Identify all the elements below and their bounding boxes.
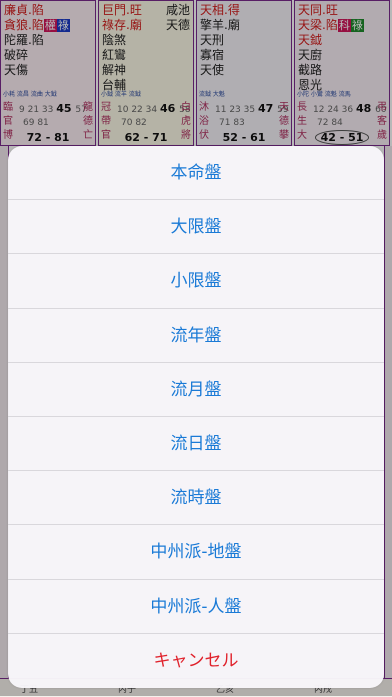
option-honmei-ban[interactable]: 本命盤 — [8, 146, 384, 201]
option-daigen-ban[interactable]: 大限盤 — [8, 200, 384, 255]
option-ryunichi-ban[interactable]: 流日盤 — [8, 417, 384, 472]
option-ryuji-ban[interactable]: 流時盤 — [8, 471, 384, 526]
action-sheet: 本命盤 大限盤 小限盤 流年盤 流月盤 流日盤 流時盤 中州派-地盤 中州派-人… — [8, 146, 384, 688]
option-chushu-chiban[interactable]: 中州派-地盤 — [8, 525, 384, 580]
option-ryugetsu-ban[interactable]: 流月盤 — [8, 363, 384, 417]
option-shogen-ban[interactable]: 小限盤 — [8, 254, 384, 309]
option-ryunen-ban[interactable]: 流年盤 — [8, 309, 384, 363]
option-chushu-jinban[interactable]: 中州派-人盤 — [8, 580, 384, 634]
cancel-button[interactable]: キャンセル — [8, 634, 384, 688]
